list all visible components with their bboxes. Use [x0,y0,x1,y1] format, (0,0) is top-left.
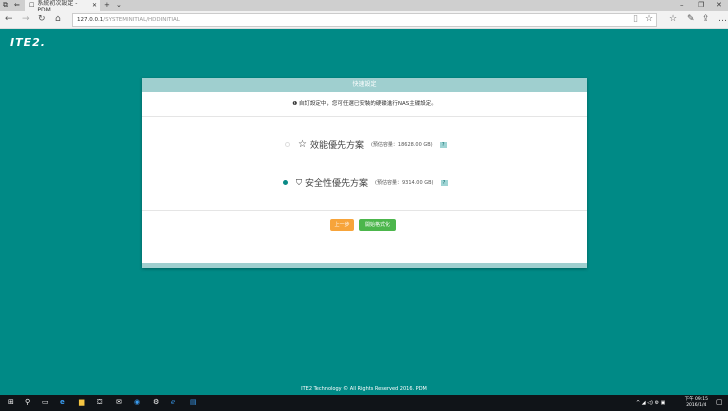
store-icon[interactable]: ⛋ [97,398,102,407]
close-window-icon[interactable]: ✕ [716,1,722,9]
info-icon: ❶ [292,101,298,107]
notification-icon[interactable]: ▢ [716,398,723,406]
back-button[interactable]: 上一步 [330,219,354,231]
home-icon[interactable]: ⌂ [55,14,61,24]
radio-security[interactable] [283,180,288,185]
copyright: ITE2 Technology © All Rights Reserved 20… [301,386,427,392]
edge-icon[interactable]: e [60,398,65,406]
tab-bar: ⧉ ⇐ ☐ 系統初次設定 - PDM ✕ + ⌄ – ❐ ✕ [0,0,728,14]
set-aside-icon[interactable]: ⇐ [14,1,20,9]
help-icon[interactable]: ? [439,141,447,148]
tray-icons[interactable]: ^ ◢ ◁) ⚙ ▣ [636,400,665,406]
option-capacity: (預估容量：18628.00 GB) [370,142,433,148]
favorite-icon[interactable]: ☆ [645,14,653,24]
option-label: 效能優先方案 [309,141,364,151]
browser-tab[interactable]: ☐ 系統初次設定 - PDM ✕ [25,0,100,14]
option-capacity: (預估容量：9314.00 GB) [375,180,434,186]
favorites-hub-icon[interactable]: ☆ [669,14,677,24]
search-icon[interactable]: ⚲ [25,398,30,406]
app-icon[interactable]: ◉ [134,398,140,406]
radio-performance[interactable] [285,142,290,147]
url-path: /SYSTEMINITIAL/HDDINITIAL [103,17,180,23]
page-icon: ☐ [29,2,35,9]
option-label: 安全性優先方案 [305,179,369,189]
forward-icon[interactable]: → [22,14,30,24]
tab-manager-icon[interactable]: ⧉ [3,1,8,10]
more-icon[interactable]: … [718,14,727,24]
divider [142,210,587,211]
minimize-icon[interactable]: – [680,1,684,9]
url-host: 127.0.0.1 [77,17,104,23]
url-input[interactable]: 127.0.0.1/SYSTEMINITIAL/HDDINITIAL [72,13,657,27]
option-security[interactable]: ⛉ 安全性優先方案 (預估容量：9314.00 GB) ? [283,176,448,189]
new-tab-icon[interactable]: + [104,1,110,9]
logo: ITE2. [10,36,46,49]
clock[interactable]: 下午 09:15 2016/1/4 [685,397,708,409]
ie-icon[interactable]: ℯ [171,398,175,406]
taskbar: ⊞ ⚲ ▭ e ▆ ⛋ ✉ ◉ ⚙ ℯ ▤ ^ ◢ ◁) ⚙ ▣ 下午 09:1… [0,395,728,411]
close-tab-icon[interactable]: ✕ [92,2,97,9]
quick-setup-panel: 快速設定 ❶ 自訂設定中，您可任選已安裝的硬碟進行NAS主碟設定。 ☆ 效能優先… [142,78,587,268]
network-app-icon[interactable]: ▤ [190,398,197,406]
maximize-icon[interactable]: ❐ [698,1,704,9]
help-icon[interactable]: ? [440,179,448,186]
option-performance[interactable]: ☆ 效能優先方案 (預估容量：18628.00 GB) ? [285,138,447,151]
reading-view-icon[interactable]: ▯ [633,14,638,24]
start-icon[interactable]: ⊞ [8,398,14,406]
address-bar: ← → ↻ ⌂ 127.0.0.1/SYSTEMINITIAL/HDDINITI… [0,11,728,29]
mail-icon[interactable]: ✉ [116,398,122,406]
notes-icon[interactable]: ✎ [687,14,695,24]
panel-footer [142,263,587,268]
setup-note: ❶ 自訂設定中，您可任選已安裝的硬碟進行NAS主碟設定。 [142,92,587,117]
share-icon[interactable]: ⇪ [702,14,710,24]
chevron-down-icon[interactable]: ⌄ [116,1,122,9]
shield-icon: ⛉ [296,177,302,187]
star-icon: ☆ [298,139,307,150]
settings-icon[interactable]: ⚙ [153,398,159,406]
date: 2016/1/4 [686,403,707,408]
panel-title: 快速設定 [142,78,587,92]
file-explorer-icon[interactable]: ▆ [79,398,84,406]
note-text: 自訂設定中，您可任選已安裝的硬碟進行NAS主碟設定。 [298,101,437,107]
task-view-icon[interactable]: ▭ [42,398,49,406]
refresh-icon[interactable]: ↻ [38,14,46,24]
start-format-button[interactable]: 開始格式化 [359,219,396,231]
back-icon[interactable]: ← [5,14,13,24]
